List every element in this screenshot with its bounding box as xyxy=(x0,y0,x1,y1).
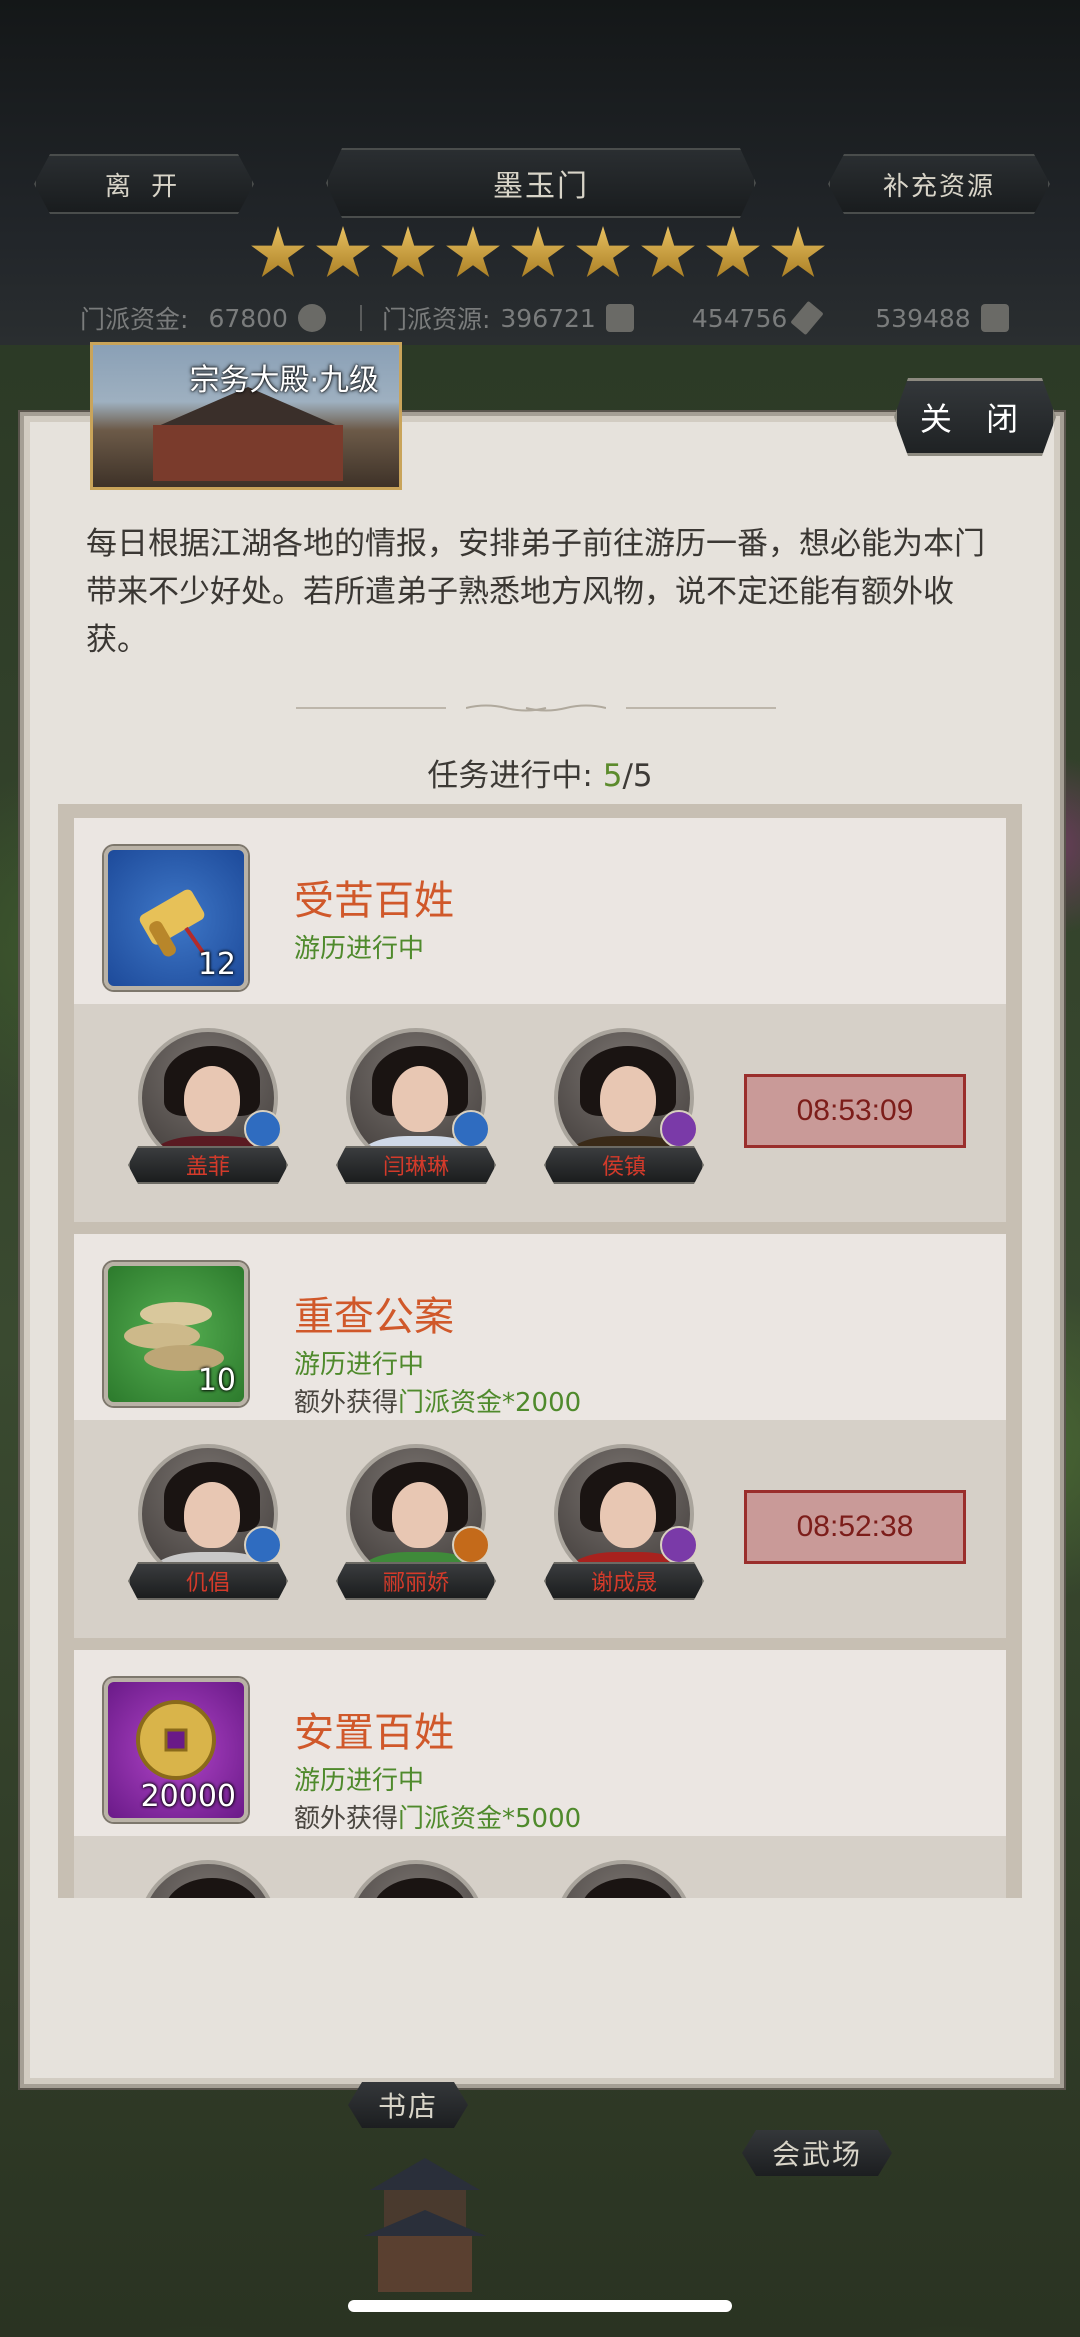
class-badge-icon xyxy=(452,1526,490,1564)
reward-count: 20000 xyxy=(140,1779,236,1814)
sect-title: 墨玉门 xyxy=(326,148,756,218)
progress-total: /5 xyxy=(622,758,653,794)
class-badge-icon xyxy=(660,1110,698,1148)
star-icon xyxy=(641,226,695,277)
bonus-value: 门派资金*2000 xyxy=(398,1388,582,1418)
close-button[interactable]: 关 闭 xyxy=(894,378,1056,456)
hero-avatar[interactable]: 仉倡 xyxy=(128,1444,288,1604)
home-indicator[interactable] xyxy=(348,2300,732,2312)
building-label: 宗务大殿·九级 xyxy=(189,363,379,398)
task-bonus: 额外获得门派资金*2000 xyxy=(294,1382,581,1419)
hero-avatar[interactable] xyxy=(128,1860,288,1898)
hero-avatar[interactable]: 侯镇 xyxy=(544,1028,704,1188)
item3-value: 539488 xyxy=(875,303,971,333)
ornament-divider xyxy=(296,700,776,716)
resource-label: 门派资源: xyxy=(381,305,491,334)
task-card[interactable]: 20000 安置百姓 游历进行中 额外获得门派资金*5000 xyxy=(74,1650,1006,1898)
task-title: 安置百姓 xyxy=(294,1710,454,1756)
brush-icon xyxy=(790,300,824,336)
task-status: 游历进行中 xyxy=(294,1350,425,1380)
star-icon xyxy=(381,226,435,277)
bookstore-building[interactable] xyxy=(360,2140,490,2300)
task-progress: 任务进行中: 5/5 xyxy=(0,750,1080,795)
reward-slot[interactable]: 20000 xyxy=(104,1678,248,1822)
progress-current: 5 xyxy=(602,758,623,794)
hero-avatar[interactable] xyxy=(544,1860,704,1898)
star-icon xyxy=(576,226,630,277)
hero-name: 盖菲 xyxy=(128,1146,288,1184)
progress-label: 任务进行中: xyxy=(427,758,593,794)
hero-avatar[interactable]: 谢成晟 xyxy=(544,1444,704,1604)
bonus-prefix: 额外获得 xyxy=(294,1388,399,1418)
reward-count: 10 xyxy=(197,1363,236,1398)
arena-sign[interactable]: 会武场 xyxy=(742,2130,892,2176)
reward-count: 12 xyxy=(197,947,236,982)
stone-icon xyxy=(980,304,1009,332)
reward-slot[interactable]: 12 xyxy=(104,846,248,990)
task-status: 游历进行中 xyxy=(294,1766,425,1796)
bonus-value: 门派资金*5000 xyxy=(398,1804,582,1834)
task-header: 12 受苦百姓 游历进行中 xyxy=(74,818,1006,1004)
hero-name: 谢成晟 xyxy=(544,1562,704,1600)
bookstore-sign[interactable]: 书店 xyxy=(348,2082,468,2128)
star-icon xyxy=(511,226,565,277)
coin-icon xyxy=(136,1700,216,1780)
task-card[interactable]: 12 受苦百姓 游历进行中 盖菲 闫琳琳 侯镇 08:53:09 xyxy=(74,818,1006,1222)
hero-avatar[interactable]: 闫琳琳 xyxy=(336,1028,496,1188)
task-header: 20000 安置百姓 游历进行中 额外获得门派资金*5000 xyxy=(74,1650,1006,1836)
task-bonus: 额外获得门派资金*5000 xyxy=(294,1798,581,1835)
hero-avatar[interactable] xyxy=(336,1860,496,1898)
building-card: 宗务大殿·九级 xyxy=(90,342,402,490)
hero-name: 侯镇 xyxy=(544,1146,704,1184)
class-badge-icon xyxy=(244,1526,282,1564)
star-icon xyxy=(771,226,825,277)
bonus-prefix: 额外获得 xyxy=(294,1804,399,1834)
ore-icon xyxy=(605,304,634,332)
star-icon xyxy=(251,226,305,277)
reward-slot[interactable]: 10 xyxy=(104,1262,248,1406)
hero-name: 郦丽娇 xyxy=(336,1562,496,1600)
task-title: 受苦百姓 xyxy=(294,878,454,924)
coin-icon xyxy=(297,304,326,332)
hero-name: 仉倡 xyxy=(128,1562,288,1600)
star-icon xyxy=(446,226,500,277)
panel-description: 每日根据江湖各地的情报，安排弟子前往游历一番，想必能为本门带来不少好处。若所遣弟… xyxy=(86,526,985,658)
item2-value: 454756 xyxy=(691,303,788,333)
hero-name: 闫琳琳 xyxy=(336,1146,496,1184)
resource-bar: 门派资金: 67800 门派资源: 396721 454756 539488 xyxy=(80,300,1033,336)
resource-value: 396721 xyxy=(500,303,596,333)
task-card[interactable]: 10 重查公案 游历进行中 额外获得门派资金*2000 仉倡 郦丽娇 谢成晟 0… xyxy=(74,1234,1006,1638)
star-icon xyxy=(316,226,370,277)
star-icon xyxy=(706,226,760,277)
replenish-resources-button[interactable]: 补充资源 xyxy=(828,154,1050,214)
task-header: 10 重查公案 游历进行中 额外获得门派资金*2000 xyxy=(74,1234,1006,1420)
sect-rating-stars xyxy=(250,226,826,282)
divider xyxy=(359,305,362,331)
task-status: 游历进行中 xyxy=(294,934,425,964)
countdown-timer[interactable]: 08:53:09 xyxy=(744,1074,966,1148)
building-body xyxy=(153,425,343,481)
fund-value: 67800 xyxy=(208,303,288,333)
class-badge-icon xyxy=(452,1110,490,1148)
fund-label: 门派资金: xyxy=(80,305,189,334)
class-badge-icon xyxy=(660,1526,698,1564)
hero-avatar[interactable]: 郦丽娇 xyxy=(336,1444,496,1604)
task-title: 重查公案 xyxy=(294,1294,454,1340)
task-list[interactable]: 12 受苦百姓 游历进行中 盖菲 闫琳琳 侯镇 08:53:09 10 重查公案… xyxy=(58,804,1022,1898)
hero-avatar[interactable]: 盖菲 xyxy=(128,1028,288,1188)
countdown-timer[interactable]: 08:52:38 xyxy=(744,1490,966,1564)
class-badge-icon xyxy=(244,1110,282,1148)
leave-button[interactable]: 离 开 xyxy=(34,154,254,214)
